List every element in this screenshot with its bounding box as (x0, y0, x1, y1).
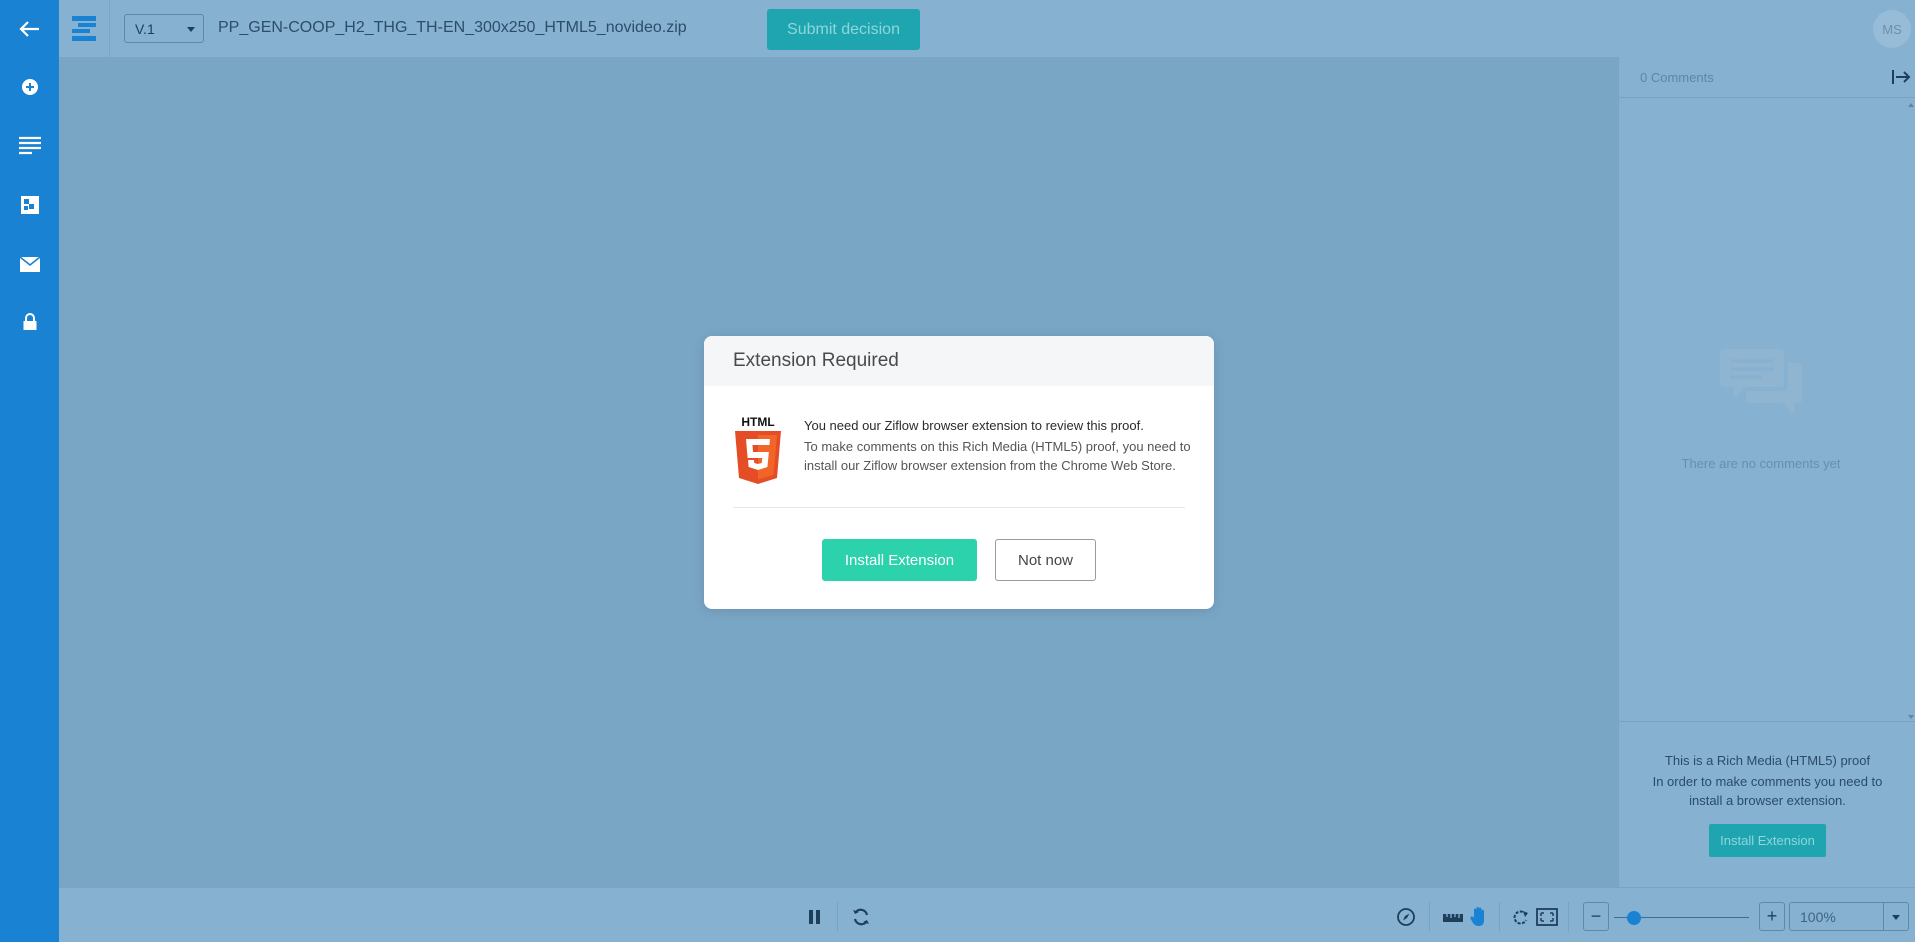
lock-icon (23, 313, 36, 330)
app-menu-button[interactable] (59, 0, 110, 57)
html5-logo-text: HTML (741, 415, 774, 429)
compare-icon (20, 196, 39, 214)
add-circle-icon (21, 79, 38, 95)
version-select[interactable]: V.1 (124, 14, 204, 43)
back-arrow-icon (18, 21, 39, 37)
ruler-icon (1443, 914, 1463, 922)
chevron-down-icon (1892, 915, 1900, 920)
toolbar-divider (1499, 902, 1500, 932)
dialog-description: To make comments on this Rich Media (HTM… (804, 439, 1191, 473)
extension-required-dialog: Extension Required HTML You need our Zif… (704, 336, 1214, 609)
pan-hand-button[interactable] (1467, 905, 1491, 929)
fit-screen-button[interactable] (1535, 905, 1559, 929)
pause-icon (809, 910, 820, 924)
top-bar: V.1 PP_GEN-COOP_H2_THG_TH-EN_300x250_HTM… (59, 0, 1915, 57)
html5-logo-icon: HTML (733, 415, 783, 490)
ruler-button[interactable] (1441, 905, 1465, 929)
pause-button[interactable] (803, 905, 827, 929)
toolbar-divider (1568, 902, 1569, 932)
comments-scrollbar[interactable] (1907, 99, 1915, 719)
toolbar-divider (1429, 902, 1430, 932)
rich-media-notice: This is a Rich Media (HTML5) proof In or… (1619, 721, 1915, 887)
dialog-divider (733, 507, 1185, 508)
navigate-button[interactable] (1394, 905, 1418, 929)
mail-button[interactable] (0, 244, 59, 284)
mail-icon (19, 255, 40, 272)
compass-icon (1397, 908, 1415, 926)
compare-button[interactable] (0, 185, 59, 225)
zoom-out-button[interactable]: − (1583, 902, 1609, 931)
collapse-panel-button[interactable] (1890, 66, 1912, 88)
notice-title: This is a Rich Media (HTML5) proof (1664, 753, 1871, 768)
not-now-button[interactable]: Not now (995, 539, 1096, 581)
empty-comments-icon (1718, 347, 1804, 432)
bottom-toolbar: − + 100% (59, 887, 1915, 942)
left-nav (0, 0, 59, 942)
version-value: V.1 (135, 21, 155, 37)
chevron-down-icon (187, 27, 195, 32)
back-button[interactable] (0, 9, 59, 49)
refresh-icon (853, 908, 869, 926)
comments-header: 0 Comments (1619, 57, 1915, 98)
rotate-icon (1513, 910, 1528, 925)
file-name: PP_GEN-COOP_H2_THG_TH-EN_300x250_HTML5_n… (218, 19, 687, 36)
comments-count: 0 Comments (1640, 70, 1714, 85)
dialog-lead-text: You need our Ziflow browser extension to… (804, 418, 1144, 433)
submit-decision-button[interactable]: Submit decision (767, 9, 920, 50)
zoom-level-value: 100% (1800, 909, 1836, 925)
lock-button[interactable] (0, 302, 59, 342)
notice-message: In order to make comments you need to in… (1652, 774, 1883, 808)
list-button[interactable] (0, 126, 59, 166)
fit-screen-icon (1536, 908, 1558, 926)
replay-button[interactable] (849, 905, 873, 929)
zoom-slider-handle[interactable] (1627, 911, 1642, 925)
add-button[interactable] (0, 67, 59, 107)
rotate-button[interactable] (1509, 905, 1533, 929)
hand-icon (1470, 907, 1484, 926)
collapse-right-icon (1892, 70, 1911, 84)
toolbar-divider (837, 902, 838, 932)
empty-comments-text: There are no comments yet (1681, 456, 1841, 471)
select-divider (1883, 903, 1884, 930)
zoom-in-button[interactable]: + (1759, 902, 1785, 931)
scroll-up-icon (1908, 103, 1914, 107)
ziflow-logo-icon (72, 15, 96, 41)
dialog-title: Extension Required (704, 336, 1214, 386)
avatar[interactable]: MS (1873, 10, 1911, 48)
list-lines-icon (18, 136, 41, 155)
zoom-level-select[interactable]: 100% (1789, 902, 1909, 931)
panel-install-extension-button[interactable]: Install Extension (1709, 824, 1826, 857)
scroll-down-icon (1908, 715, 1914, 719)
dialog-body: HTML You need our Ziflow browser extensi… (704, 386, 1214, 508)
comments-panel: 0 Comments There are no comments yet Thi… (1618, 57, 1915, 887)
install-extension-button[interactable]: Install Extension (822, 539, 977, 581)
